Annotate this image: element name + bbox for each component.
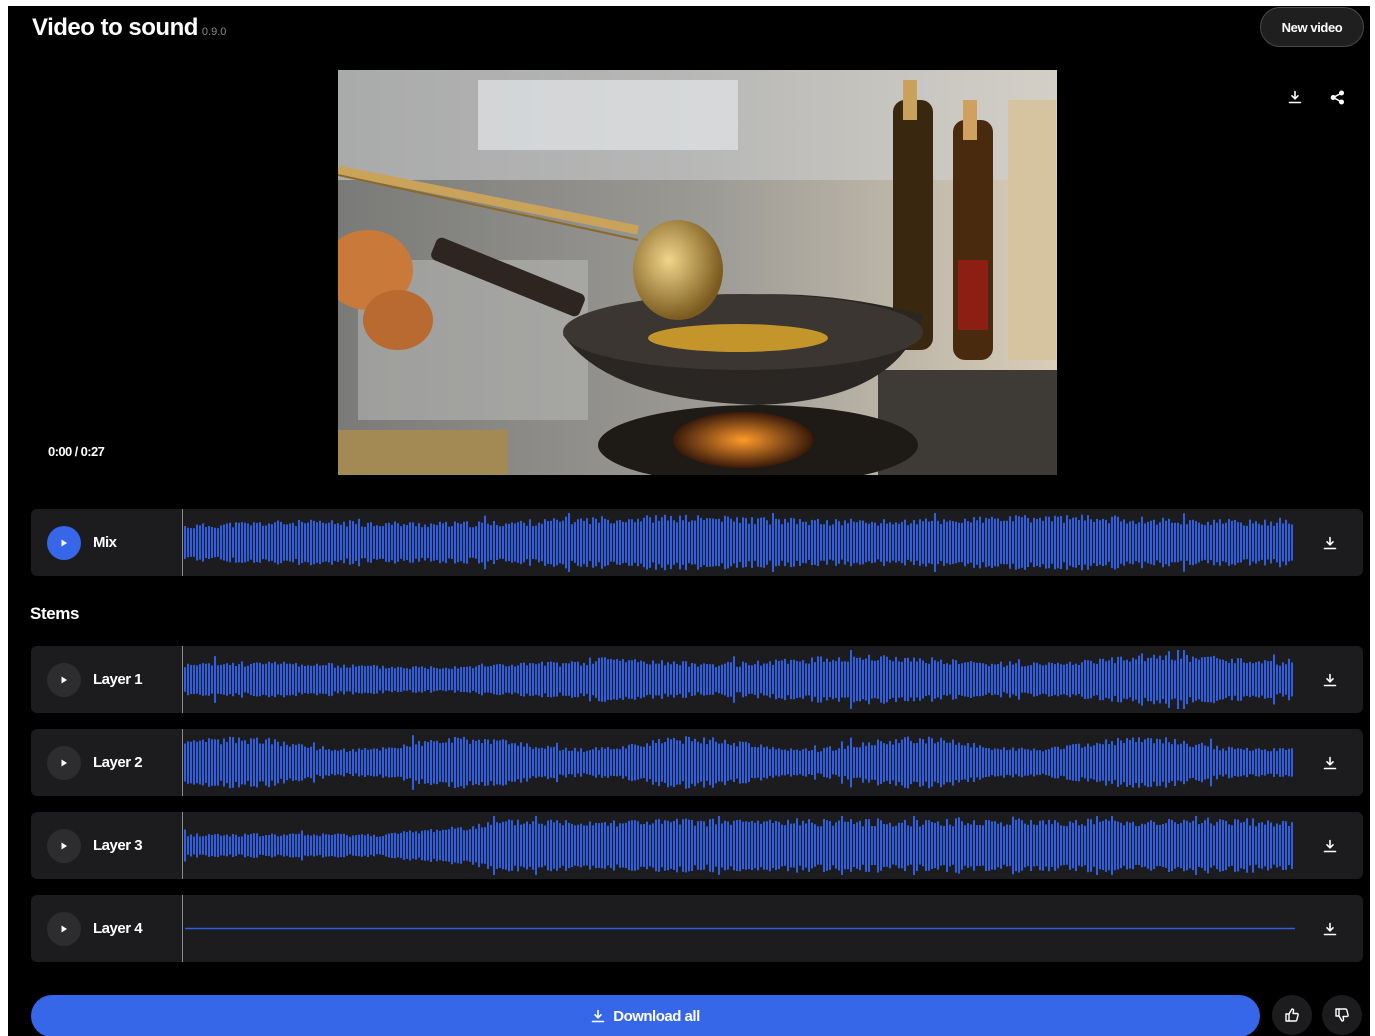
layer-3-play-button[interactable] [47,828,81,863]
stem-track-1: Layer 1 [31,646,1363,713]
stem-track-header: Layer 4 [31,895,182,962]
stem-track-2: Layer 2 [31,729,1363,796]
stem-track-4: Layer 4 [31,895,1363,962]
layer-2-label: Layer 2 [93,754,143,771]
download-all-label: Download all [613,1007,700,1025]
app-window: Video to sound 0.9.0 New video 0:00 / 0:… [8,6,1370,1036]
download-icon [1323,536,1336,549]
layer-3-label: Layer 3 [93,837,143,854]
play-icon [61,842,67,849]
mix-play-button[interactable] [47,525,81,560]
thumbs-up-icon [1285,1008,1299,1022]
app-title: Video to sound [32,14,198,41]
mix-track-header: Mix [31,509,182,576]
layer-1-label: Layer 1 [93,671,143,688]
layer-3-download-button[interactable] [1296,812,1363,879]
video-preview[interactable] [338,70,1057,475]
mix-download-button[interactable] [1296,509,1363,576]
layer-4-waveform[interactable] [182,895,1296,962]
new-video-button[interactable]: New video [1260,7,1364,47]
thumbs-down-button[interactable] [1322,995,1362,1035]
layer-1-waveform[interactable] [182,646,1296,713]
download-icon[interactable] [1284,86,1306,108]
play-icon [61,539,67,546]
stem-track-header: Layer 3 [31,812,182,879]
play-icon [61,759,67,766]
layer-2-download-button[interactable] [1296,729,1363,796]
download-all-button[interactable]: Download all [31,995,1260,1036]
stem-track-header: Layer 1 [31,646,182,713]
play-icon [61,925,67,932]
layer-4-download-button[interactable] [1296,895,1363,962]
layer-4-label: Layer 4 [93,920,143,937]
app-header: Video to sound 0.9.0 [32,14,226,42]
mix-waveform[interactable] [182,509,1296,576]
layer-1-download-button[interactable] [1296,646,1363,713]
stem-track-3: Layer 3 [31,812,1363,879]
layer-4-play-button[interactable] [47,911,81,946]
download-icon [1323,922,1336,935]
mix-track: Mix [31,509,1363,576]
stems-heading: Stems [30,604,80,623]
thumbs-down-icon [1335,1008,1349,1022]
mix-label: Mix [93,534,117,551]
layer-2-play-button[interactable] [47,745,81,780]
app-version: 0.9.0 [201,26,227,38]
download-icon [1323,756,1336,769]
video-timecode: 0:00 / 0:27 [48,444,105,459]
download-icon [591,1009,605,1023]
download-icon [1323,673,1336,686]
stem-track-header: Layer 2 [31,729,182,796]
layer-3-waveform[interactable] [182,812,1296,879]
thumbs-up-button[interactable] [1272,995,1312,1035]
download-icon [1323,839,1336,852]
play-icon [61,676,67,683]
share-icon[interactable] [1326,86,1348,108]
layer-1-play-button[interactable] [47,662,81,697]
video-actions [1284,86,1348,108]
layer-2-waveform[interactable] [182,729,1296,796]
video-frame-image [338,70,1057,475]
